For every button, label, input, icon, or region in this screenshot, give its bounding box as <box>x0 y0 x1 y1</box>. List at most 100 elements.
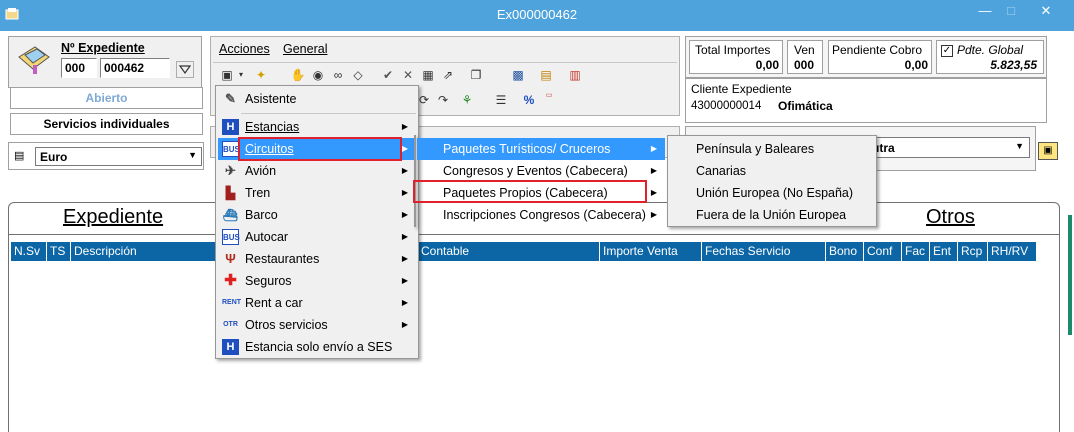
pendiente-cobro-label: Pendiente Cobro <box>832 43 923 57</box>
check-icon[interactable]: ✔ <box>380 67 396 83</box>
submenu-arrow-icon: ▶ <box>401 276 408 285</box>
money-bag-icon[interactable]: ⚘ <box>459 92 475 108</box>
expediente-prefix-field[interactable]: 000 <box>61 58 97 78</box>
menu-item-label: Fuera de la Unión Europea <box>696 208 847 222</box>
new-document-icon[interactable]: ▣ <box>219 67 235 83</box>
calculator-icon[interactable]: ▦ <box>420 67 436 83</box>
col-rh-rv[interactable]: RH/RV <box>988 242 1037 261</box>
wand-tool-icon[interactable]: ✦ <box>253 67 269 83</box>
submenu-item-fuera-union-europea[interactable]: Fuera de la Unión Europea <box>670 204 874 226</box>
toolbar-divider <box>213 62 677 63</box>
eye-icon[interactable]: ◉ <box>310 67 326 83</box>
col-conf[interactable]: Conf <box>864 242 902 261</box>
bono-icon[interactable]: ▭ <box>541 92 557 108</box>
contact-card-icon[interactable]: ▣ <box>1038 142 1058 160</box>
hand-icon[interactable]: ✋ <box>290 67 306 83</box>
col-ts[interactable]: TS <box>47 242 71 261</box>
col-bono[interactable]: Bono <box>826 242 864 261</box>
submenu-item-canarias[interactable]: Canarias <box>670 160 874 182</box>
export-icon[interactable]: ⇗ <box>440 67 456 83</box>
cliente-panel: Cliente Expediente 43000000014 Ofimática <box>685 78 1047 123</box>
menu-item-rent-a-car[interactable]: RENT Rent a car ▶ <box>218 292 416 314</box>
menu-item-estancia-ses[interactable]: H Estancia solo envío a SES <box>218 336 416 358</box>
train-icon: ▙ <box>225 186 236 200</box>
submenu-arrow-icon: ▶ <box>401 254 408 263</box>
menu-item-label: Otros servicios <box>245 318 328 332</box>
redo-icon[interactable]: ↷ <box>435 92 451 108</box>
copy-icon[interactable]: ❐ <box>468 67 484 83</box>
maximize-button[interactable]: □ <box>998 3 1024 21</box>
menu-item-asistente[interactable]: ✎ Asistente <box>218 88 416 110</box>
services-grid-header: N.Sv TS Descripción Contable Importe Ven… <box>11 242 1037 261</box>
menu-item-label: Paquetes Turísticos/ Cruceros <box>443 142 611 156</box>
ship-icon: ⛴ <box>222 208 239 222</box>
tab-otros-label: Otros <box>926 206 975 228</box>
cliente-code[interactable]: 43000000014 <box>691 100 761 112</box>
tab-divider <box>9 234 1059 235</box>
annotation-circuitos-highlight <box>238 137 402 161</box>
menu-item-label: Unión Europea (No España) <box>696 186 854 200</box>
menu-item-label: Estancia solo envío a SES <box>245 340 393 354</box>
expediente-number-field[interactable]: 000462 <box>100 58 170 78</box>
print-report-icon[interactable]: ▥ <box>567 67 583 83</box>
expediente-box: Nº Expediente 000 000462 <box>8 36 202 88</box>
tab-expediente[interactable]: Expediente <box>63 206 163 229</box>
annotation-paquetes-propios-highlight <box>413 180 647 203</box>
menu-item-label: Restaurantes <box>245 252 320 266</box>
tab-expediente-label: Expediente <box>63 206 164 228</box>
coach-icon: BUS <box>222 229 240 245</box>
menu-item-autocar[interactable]: BUS Autocar ▶ <box>218 226 416 248</box>
cliente-label: Cliente Expediente <box>691 82 792 96</box>
expediente-search-button[interactable] <box>176 61 194 78</box>
delete-x-icon[interactable]: ✕ <box>400 67 416 83</box>
col-fechas-servicio[interactable]: Fechas Servicio <box>702 242 826 261</box>
col-ent[interactable]: Ent <box>930 242 958 261</box>
col-rcp[interactable]: Rcp <box>958 242 988 261</box>
col-contable[interactable]: Contable <box>418 242 600 261</box>
menu-item-avion[interactable]: ✈ Avión ▶ <box>218 160 416 182</box>
pdte-global-checkbox[interactable]: ✓ <box>941 45 953 57</box>
col-nsv[interactable]: N.Sv <box>11 242 47 261</box>
new-dropdown-chevron-icon[interactable]: ▾ <box>236 67 246 83</box>
menu-item-restaurantes[interactable]: Ψ Restaurantes ▶ <box>218 248 416 270</box>
ven-label: Ven <box>794 43 815 57</box>
expediente-label: Nº Expediente <box>61 41 145 55</box>
tab-otros[interactable]: Otros <box>926 206 975 229</box>
eraser-icon[interactable]: ◇ <box>350 67 366 83</box>
menu-item-label: Canarias <box>696 164 747 178</box>
binoculars-icon[interactable]: ∞ <box>330 67 346 83</box>
chevron-down-icon: ▼ <box>188 150 197 160</box>
currency-select[interactable]: Euro ▼ <box>35 147 202 166</box>
pdte-global-value: 5.823,55 <box>990 58 1037 72</box>
menu-item-tren[interactable]: ▙ Tren ▶ <box>218 182 416 204</box>
submenu-item-congresos-eventos[interactable]: Congresos y Eventos (Cabecera) ▶ <box>417 160 665 182</box>
list-icon[interactable]: ☰ <box>493 92 509 108</box>
document-icon[interactable]: ▤ <box>538 67 554 83</box>
bus-icon: BUS <box>222 141 240 157</box>
submenu-item-inscripciones-congresos[interactable]: Inscripciones Congresos (Cabecera) ▶ <box>417 204 665 226</box>
right-select[interactable]: utra ▼ <box>866 137 1030 158</box>
pdte-global-box: ✓ Pdte. Global 5.823,55 <box>936 40 1044 74</box>
menu-item-label: Rent a car <box>245 296 303 310</box>
col-importe-venta[interactable]: Importe Venta <box>600 242 702 261</box>
tab-container: Expediente Otros <box>8 202 1060 432</box>
menu-item-otros-servicios[interactable]: OTR Otros servicios ▶ <box>218 314 416 336</box>
menu-item-seguros[interactable]: ✚ Seguros ▶ <box>218 270 416 292</box>
total-importes-box: Total Importes 0,00 <box>689 40 783 74</box>
submenu-item-peninsula-baleares[interactable]: Península y Baleares <box>670 138 874 160</box>
col-fac[interactable]: Fac <box>902 242 930 261</box>
status-field: Abierto <box>10 87 203 109</box>
menu-item-barco[interactable]: ⛴ Barco ▶ <box>218 204 416 226</box>
total-importes-label: Total Importes <box>695 43 771 57</box>
submenu-item-paquetes-turisticos[interactable]: Paquetes Turísticos/ Cruceros ▶ <box>417 138 665 160</box>
menu-acciones[interactable]: Acciones <box>219 42 270 56</box>
minimize-button[interactable]: — <box>972 3 998 21</box>
submenu-item-union-europea[interactable]: Unión Europea (No España) <box>670 182 874 204</box>
percent-icon[interactable]: % <box>521 92 537 108</box>
menu-general[interactable]: General <box>283 42 327 56</box>
close-button[interactable]: ✕ <box>1033 3 1059 21</box>
report-icon[interactable]: ▩ <box>510 67 526 83</box>
total-importes-value: 0,00 <box>755 58 779 72</box>
menu-item-estancias[interactable]: H Estancias ▶ <box>218 116 416 138</box>
menu-item-label: Tren <box>245 186 271 200</box>
